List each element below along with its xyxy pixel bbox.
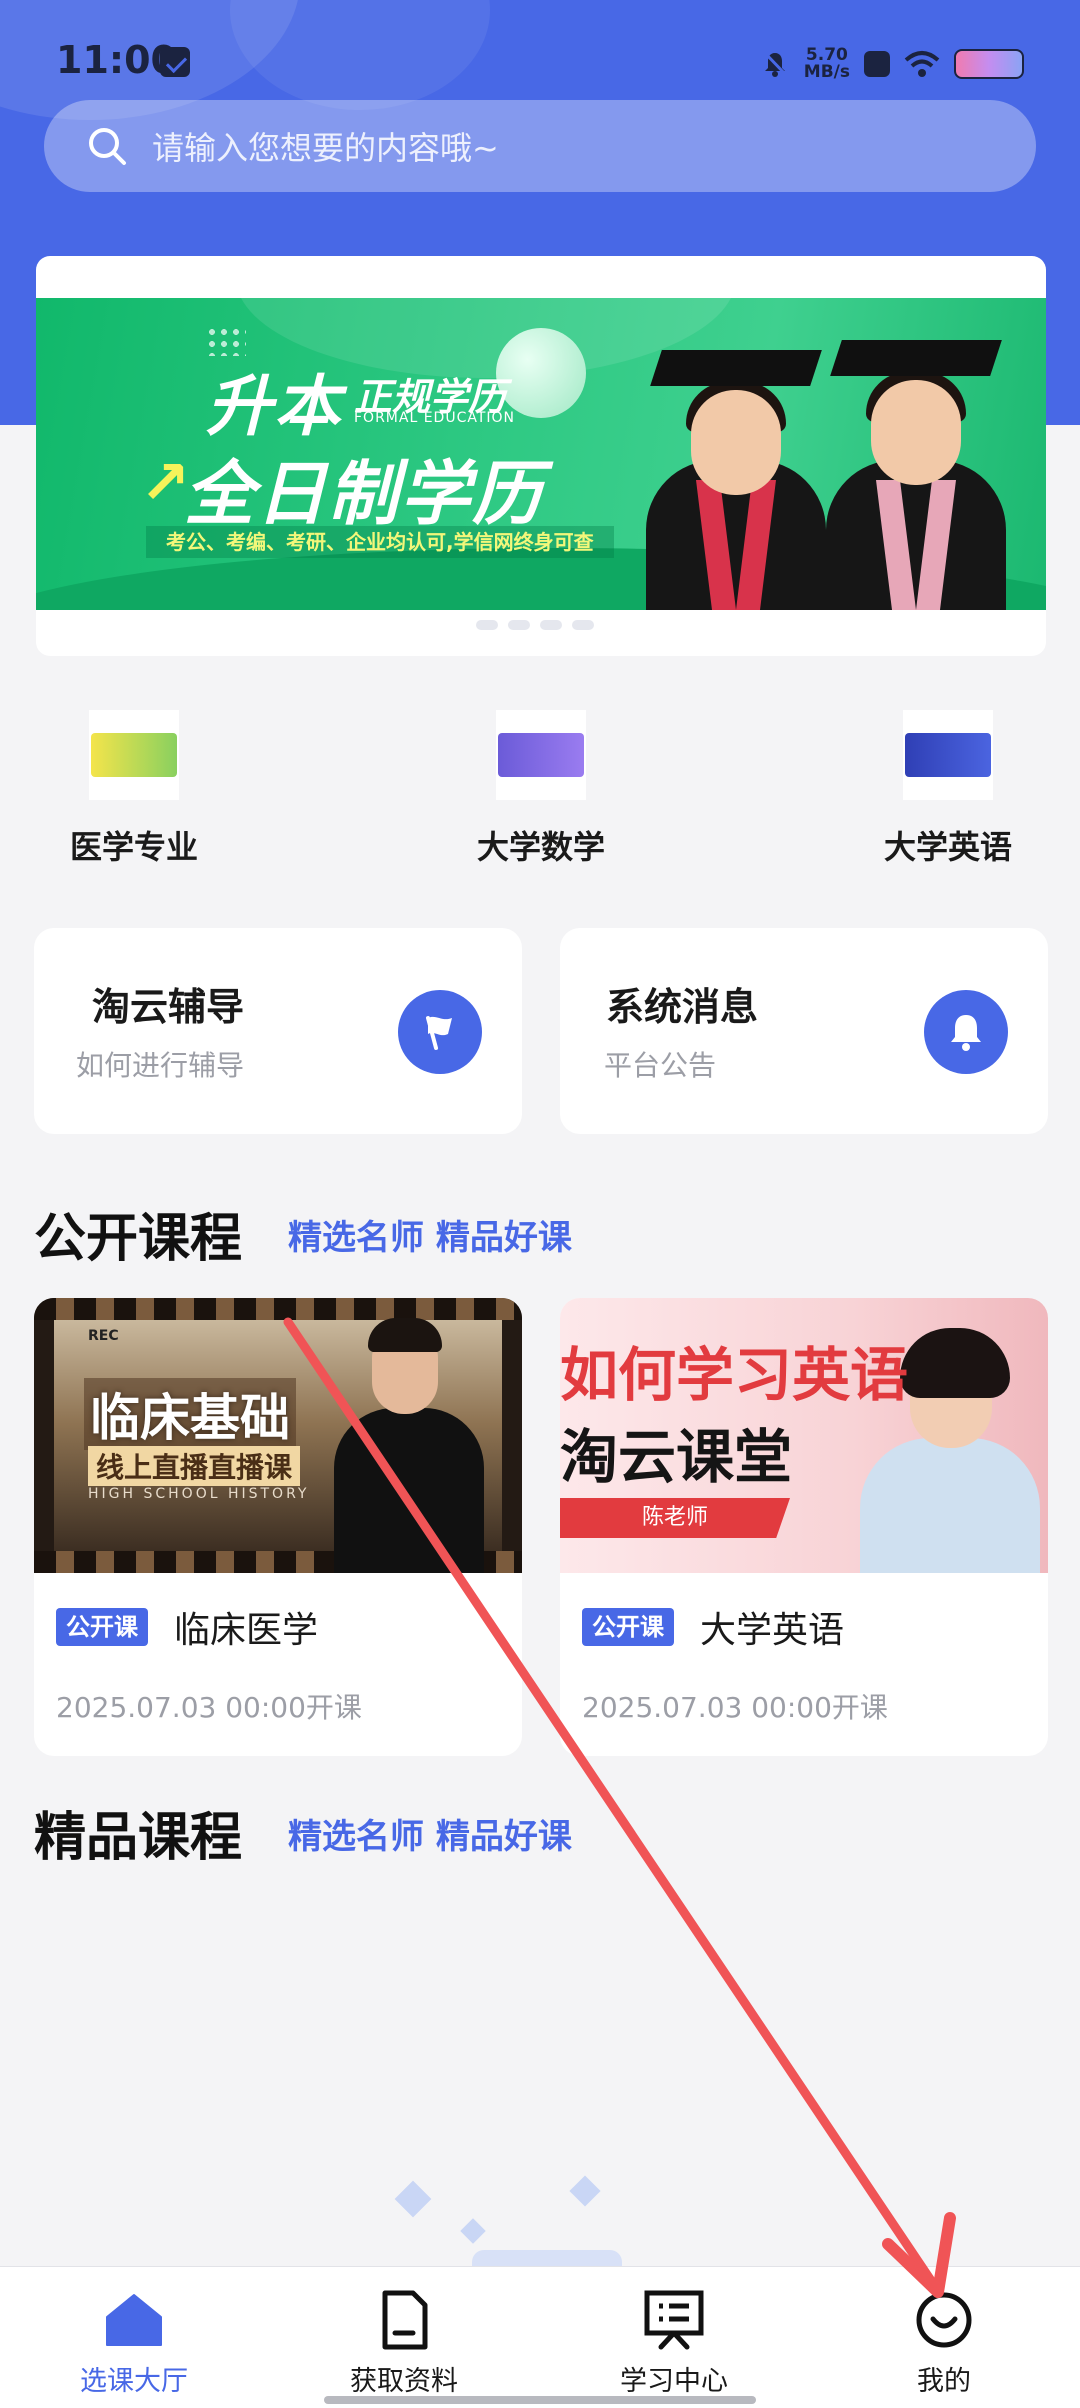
sim-off-icon xyxy=(864,51,890,77)
system-message-title: 系统消息 xyxy=(606,984,759,1029)
tab-study-center[interactable]: 学习中心 xyxy=(574,2289,774,2398)
premium-courses-title: 精品课程 xyxy=(34,1808,243,1868)
notification-app-icon xyxy=(160,47,190,77)
public-course-badge: 公开课 xyxy=(582,1608,674,1646)
home-indicator xyxy=(324,2396,756,2404)
tutoring-title: 淘云辅导 xyxy=(92,984,245,1029)
status-icons: 5.70 MB/s xyxy=(760,44,1024,84)
flag-icon xyxy=(426,1016,452,1050)
course-card-english[interactable]: 如何学习英语 淘云课堂 陈老师 公开课 大学英语 2025.07.03 00:0… xyxy=(560,1298,1048,1756)
category-math[interactable]: 大学数学 xyxy=(441,710,641,868)
public-courses-tagline: 精选名师 精品好课 xyxy=(288,1218,572,1258)
loading-decoration xyxy=(394,2180,432,2218)
status-time: 11:00 xyxy=(56,38,177,82)
mute-bell-icon xyxy=(763,51,787,77)
banner-card[interactable]: 升本 正规学历 FORMAL EDUCATION ↗ 全日制学历 考公、考编、考… xyxy=(36,256,1046,656)
system-message-subtitle: 平台公告 xyxy=(604,1049,717,1082)
tab-get-materials[interactable]: 获取资料 xyxy=(304,2289,504,2398)
banner-page-indicator xyxy=(476,620,594,630)
tutoring-subtitle: 如何进行辅导 xyxy=(76,1049,245,1082)
course-card-clinical[interactable]: REC 临床基础 线上直播直播课 HIGH SCHOOL HISTORY 公开课… xyxy=(34,1298,522,1756)
search-placeholder: 请输入您想要的内容哦~ xyxy=(152,129,499,167)
promo-banner[interactable]: 升本 正规学历 FORMAL EDUCATION ↗ 全日制学历 考公、考编、考… xyxy=(36,298,1046,610)
profile-smile-icon xyxy=(916,2292,972,2348)
public-course-badge: 公开课 xyxy=(56,1608,148,1646)
course-name: 临床医学 xyxy=(174,1610,319,1651)
search-icon xyxy=(89,128,126,165)
banner-title-main: 升本 xyxy=(206,368,342,445)
tutoring-button[interactable] xyxy=(398,990,482,1074)
wifi-icon xyxy=(904,51,940,77)
system-message-button[interactable] xyxy=(924,990,1008,1074)
tab-course-hall[interactable]: 选课大厅 xyxy=(34,2289,234,2398)
tutoring-card[interactable]: 淘云辅导 如何进行辅导 xyxy=(34,928,522,1134)
study-board-icon xyxy=(644,2290,704,2350)
medical-thumbnail-icon xyxy=(89,710,179,800)
premium-courses-tagline: 精选名师 精品好课 xyxy=(288,1817,572,1857)
math-thumbnail-icon xyxy=(496,710,586,800)
system-message-card[interactable]: 系统消息 平台公告 xyxy=(560,928,1048,1134)
graduate-boy-image xyxy=(816,310,1016,610)
document-icon xyxy=(382,2290,428,2350)
category-row: 医学专业 大学数学 大学英语 xyxy=(0,710,1080,870)
course-cover-clinical: REC 临床基础 线上直播直播课 HIGH SCHOOL HISTORY xyxy=(34,1298,522,1573)
bell-icon xyxy=(951,1015,981,1051)
english-thumbnail-icon xyxy=(903,710,993,800)
bottom-tab-bar: 选课大厅 获取资料 学习中心 我的 xyxy=(0,2266,1080,2408)
course-start-time: 2025.07.03 00:00开课 xyxy=(56,1691,362,1724)
course-start-time: 2025.07.03 00:00开课 xyxy=(582,1691,888,1724)
course-cover-english: 如何学习英语 淘云课堂 陈老师 xyxy=(560,1298,1048,1573)
up-arrow-icon: ↗ xyxy=(140,448,191,518)
banner-subtitle-en: FORMAL EDUCATION xyxy=(354,410,516,426)
tab-mine[interactable]: 我的 xyxy=(844,2289,1044,2398)
loading-decoration xyxy=(569,2175,601,2207)
loading-decoration xyxy=(460,2218,486,2244)
category-medical[interactable]: 医学专业 xyxy=(34,710,234,868)
battery-icon xyxy=(954,49,1024,79)
search-bar[interactable]: 请输入您想要的内容哦~ xyxy=(44,100,1036,192)
course-name: 大学英语 xyxy=(700,1610,845,1651)
graduate-girl-image xyxy=(636,320,836,610)
banner-note: 考公、考编、考研、企业均认可,学信网终身可查 xyxy=(146,526,614,558)
category-english[interactable]: 大学英语 xyxy=(848,710,1048,868)
home-icon xyxy=(106,2294,162,2346)
public-courses-title: 公开课程 xyxy=(34,1209,243,1269)
banner-title-second: 全日制学历 xyxy=(184,453,544,535)
network-speed: 5.70 MB/s xyxy=(803,45,850,82)
